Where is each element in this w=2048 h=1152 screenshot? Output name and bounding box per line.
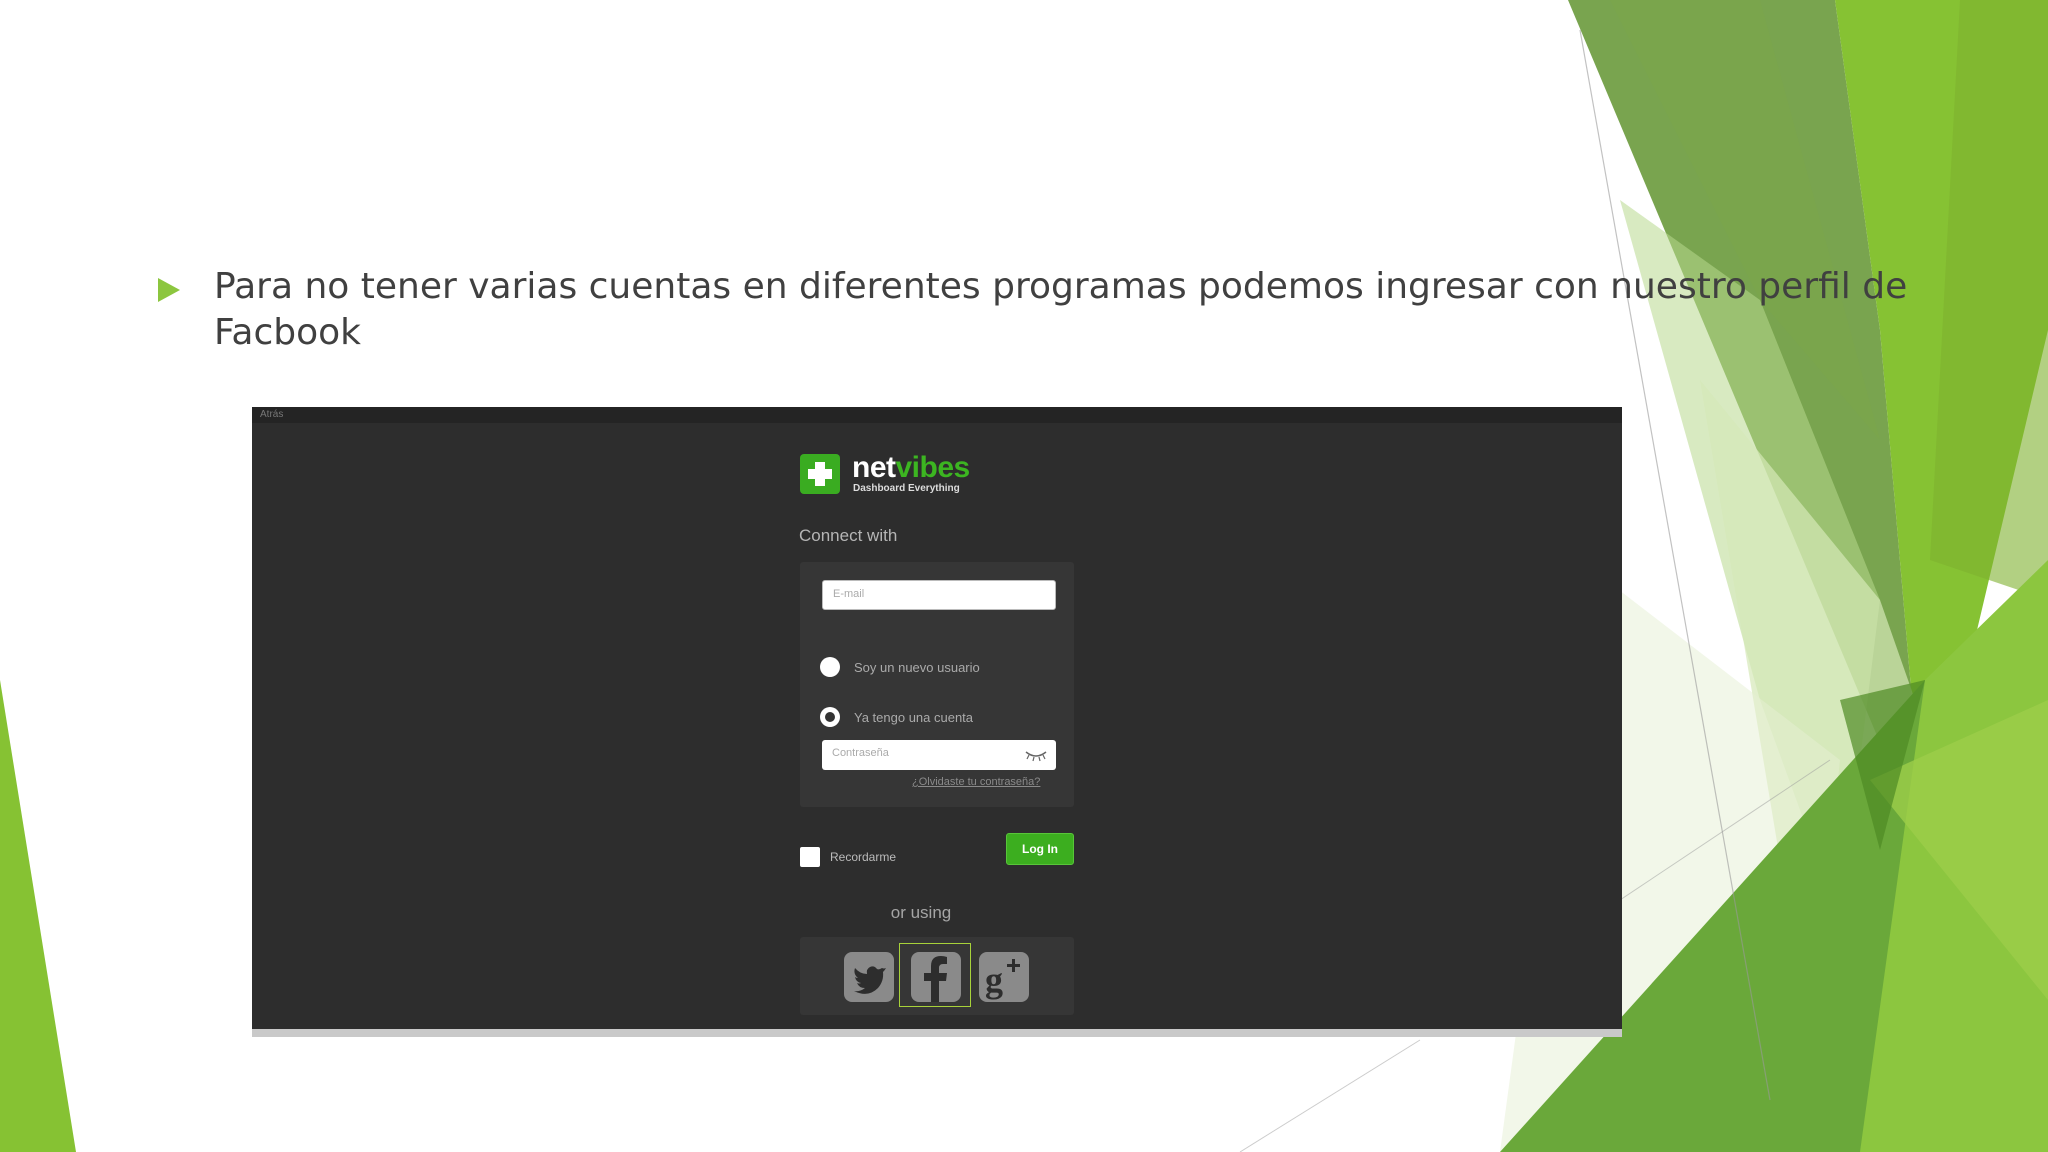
radio-existing-account[interactable] bbox=[820, 707, 840, 727]
back-link[interactable]: Atrás bbox=[260, 409, 283, 420]
bullet-arrow-icon bbox=[158, 278, 180, 302]
password-placeholder: Contraseña bbox=[832, 747, 889, 759]
password-field[interactable]: Contraseña bbox=[822, 740, 1056, 770]
logo-wordmark: netvibes bbox=[852, 451, 970, 484]
or-using-label: or using bbox=[890, 903, 952, 922]
email-field[interactable]: E-mail bbox=[822, 580, 1056, 610]
twitter-icon[interactable] bbox=[844, 952, 894, 1002]
remember-me-label: Recordarme bbox=[830, 850, 897, 864]
radio-new-user-label: Soy un nuevo usuario bbox=[854, 660, 980, 675]
remember-me-checkbox[interactable] bbox=[800, 847, 820, 867]
top-bar: Atrás bbox=[252, 407, 1622, 423]
logo-tagline: Dashboard Everything bbox=[853, 483, 960, 494]
bottom-scrollbar[interactable] bbox=[252, 1029, 1622, 1037]
plus-icon bbox=[800, 454, 840, 494]
eye-icon[interactable] bbox=[1025, 748, 1047, 762]
facebook-highlight-box bbox=[899, 943, 971, 1007]
login-button[interactable]: Log In bbox=[1006, 833, 1074, 865]
radio-existing-account-label: Ya tengo una cuenta bbox=[854, 710, 974, 725]
bullet-text: Para no tener varias cuentas en diferent… bbox=[214, 266, 1908, 353]
netvibes-login-screenshot: Atrás netvibes Dashboard Everything Conn… bbox=[252, 407, 1622, 1037]
forgot-password-link[interactable]: ¿Olvidaste tu contraseña? bbox=[912, 776, 1040, 788]
netvibes-logo: netvibes Dashboard Everything bbox=[800, 451, 1000, 504]
radio-new-user[interactable] bbox=[820, 657, 840, 677]
svg-text:g: g bbox=[985, 960, 1003, 1000]
google-plus-icon[interactable]: g bbox=[979, 952, 1029, 1002]
connect-with-heading: Connect with bbox=[799, 526, 898, 545]
radio-selected-dot bbox=[825, 712, 835, 722]
